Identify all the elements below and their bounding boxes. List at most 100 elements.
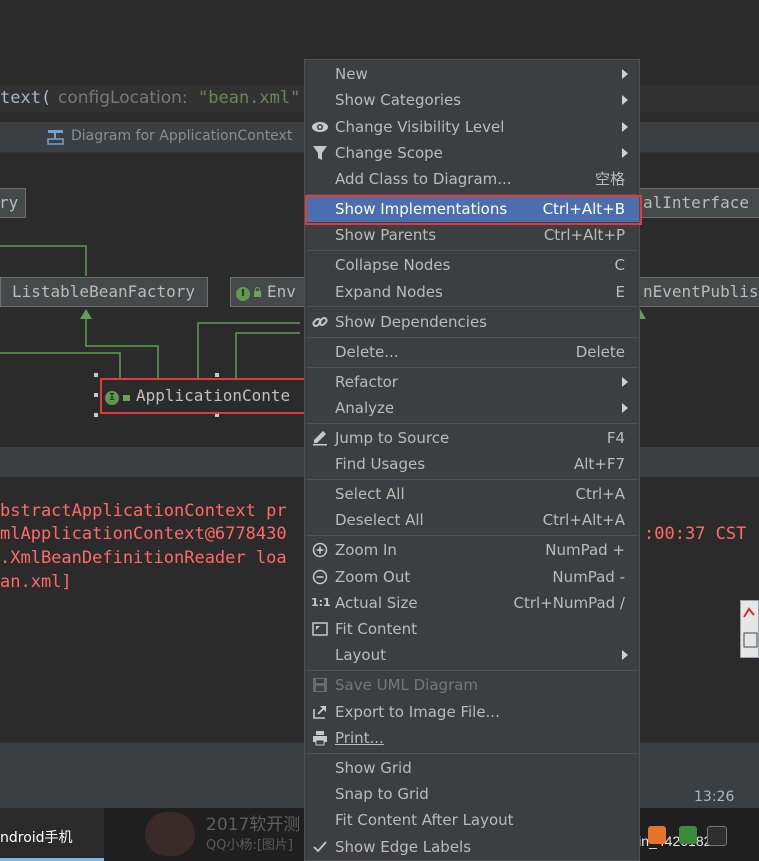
interface-badge-icon: I <box>105 391 119 405</box>
menu-item-export-image[interactable]: Export to Image File... <box>305 699 639 725</box>
notification-subtitle: QQ小杨:[图片] <box>206 838 293 853</box>
menu-item-show-grid[interactable]: Show Grid <box>305 755 639 781</box>
menu-item-actual-size[interactable]: 1:1 Actual Size Ctrl+NumPad / <box>305 590 639 616</box>
shortcut-label: Delete <box>575 343 625 361</box>
menu-item-layout[interactable]: Layout <box>305 642 639 668</box>
console-line: mlApplicationContext@6778430 <box>0 524 287 544</box>
submenu-arrow-icon <box>622 403 628 413</box>
diagram-context-menu: New Show Categories Change Visibility Le… <box>304 59 640 861</box>
shortcut-label: Alt+F7 <box>573 455 625 473</box>
checkmark-icon <box>313 841 327 853</box>
menu-item-deselect-all[interactable]: Deselect All Ctrl+Alt+A <box>305 507 639 533</box>
export-icon <box>313 706 326 719</box>
menu-item-expand-nodes[interactable]: Expand Nodes E <box>305 279 639 305</box>
shortcut-label: Ctrl+A <box>575 485 625 503</box>
selection-handle[interactable] <box>215 373 219 377</box>
menu-item-zoom-out[interactable]: Zoom Out NumPad - <box>305 564 639 590</box>
tray-app-icon[interactable] <box>648 826 666 844</box>
console-line: .XmlBeanDefinitionReader loa <box>0 548 287 568</box>
shortcut-label: C <box>614 256 625 274</box>
print-icon <box>313 731 327 746</box>
diagram-icon <box>47 130 64 145</box>
save-icon <box>313 678 327 692</box>
menu-item-print[interactable]: Print... <box>305 725 639 751</box>
console-line: bstractApplicationContext pr <box>0 501 287 521</box>
menu-item-change-visibility[interactable]: Change Visibility Level <box>305 114 639 140</box>
submenu-arrow-icon <box>622 148 628 158</box>
menu-separator <box>307 337 637 338</box>
highlight-outline <box>305 195 642 225</box>
menu-item-show-edge-labels[interactable]: Show Edge Labels <box>305 834 639 860</box>
diagram-node-bean-factory[interactable]: ry <box>0 188 26 218</box>
menu-separator <box>307 479 637 480</box>
code-function-call: text( <box>0 88 52 108</box>
menu-item-refactor[interactable]: Refactor <box>305 369 639 395</box>
submenu-arrow-icon <box>622 95 628 105</box>
submenu-arrow-icon <box>622 122 628 132</box>
submenu-arrow-icon <box>622 69 628 79</box>
menu-separator <box>307 367 637 368</box>
filter-icon <box>313 146 327 160</box>
menu-separator <box>307 535 637 536</box>
submenu-arrow-icon <box>622 377 628 387</box>
menu-item-zoom-in[interactable]: Zoom In NumPad + <box>305 537 639 563</box>
menu-item-new[interactable]: New <box>305 61 639 87</box>
diagram-node-functional-interface[interactable]: alInterface <box>636 188 759 218</box>
menu-item-collapse-nodes[interactable]: Collapse Nodes C <box>305 252 639 278</box>
taskbar-app-label: ndroid手机 <box>0 830 73 846</box>
chart-icon <box>743 607 758 648</box>
menu-item-select-all[interactable]: Select All Ctrl+A <box>305 481 639 507</box>
diagram-title: Diagram for ApplicationContext <box>71 128 293 144</box>
parameter-hint: configLocation: <box>58 88 188 108</box>
menu-item-show-dependencies[interactable]: Show Dependencies <box>305 309 639 335</box>
shortcut-label: 空格 <box>594 170 625 188</box>
string-literal: "bean.xml" <box>198 88 301 108</box>
menu-separator <box>307 670 637 671</box>
console-timestamp: :00:37 CST <box>644 524 747 544</box>
menu-separator <box>307 423 637 424</box>
menu-item-add-class[interactable]: Add Class to Diagram... 空格 <box>305 166 639 192</box>
menu-item-show-parents[interactable]: Show Parents Ctrl+Alt+P <box>305 222 639 248</box>
lock-icon <box>254 287 261 297</box>
shortcut-label: NumPad - <box>552 568 625 586</box>
menu-item-jump-to-source[interactable]: Jump to Source F4 <box>305 425 639 451</box>
tray-app-icon[interactable] <box>707 826 727 846</box>
shortcut-label: Ctrl+Alt+P <box>543 226 625 244</box>
notification-title: 2017软开测 <box>206 815 301 835</box>
menu-item-fit-after-layout[interactable]: Fit Content After Layout <box>305 807 639 833</box>
lock-icon <box>123 395 130 401</box>
diagram-node-application-context[interactable]: I ApplicationConte <box>100 378 314 414</box>
menu-item-show-categories[interactable]: Show Categories <box>305 87 639 113</box>
console-line: an.xml] <box>0 572 72 592</box>
avatar[interactable] <box>145 812 195 856</box>
link-icon <box>312 316 328 328</box>
menu-item-change-scope[interactable]: Change Scope <box>305 140 639 166</box>
zoom-in-icon <box>312 542 328 558</box>
menu-item-find-usages[interactable]: Find Usages Alt+F7 <box>305 451 639 477</box>
shortcut-label: E <box>615 283 625 301</box>
diagram-node-listable-bean-factory[interactable]: ListableBeanFactory <box>0 277 208 307</box>
menu-item-save-uml[interactable]: Save UML Diagram <box>305 672 639 698</box>
eye-icon <box>312 122 328 132</box>
inheritance-arrow <box>80 309 92 319</box>
menu-item-snap-to-grid[interactable]: Snap to Grid <box>305 781 639 807</box>
interface-badge-icon: I <box>236 287 250 301</box>
actual-size-icon: 1:1 <box>311 596 331 609</box>
diagram-node-event-publisher[interactable]: nEventPublish <box>636 277 759 307</box>
submenu-arrow-icon <box>622 650 628 660</box>
shortcut-label: Ctrl+Alt+A <box>542 511 625 529</box>
menu-item-analyze[interactable]: Analyze <box>305 395 639 421</box>
menu-separator <box>307 306 637 307</box>
taskbar-app-item[interactable]: ndroid手机 <box>0 808 104 861</box>
selection-handle[interactable] <box>94 413 98 417</box>
tray-app-icon[interactable] <box>679 826 697 844</box>
status-time: 13:26 <box>694 789 735 805</box>
selection-handle[interactable] <box>94 393 98 397</box>
menu-item-delete[interactable]: Delete... Delete <box>305 339 639 365</box>
menu-item-fit-content[interactable]: Fit Content <box>305 616 639 642</box>
selection-handle[interactable] <box>94 373 98 377</box>
menu-separator <box>307 250 637 251</box>
menu-separator <box>307 753 637 754</box>
side-widget[interactable] <box>740 600 759 658</box>
shortcut-label: NumPad + <box>545 541 625 559</box>
